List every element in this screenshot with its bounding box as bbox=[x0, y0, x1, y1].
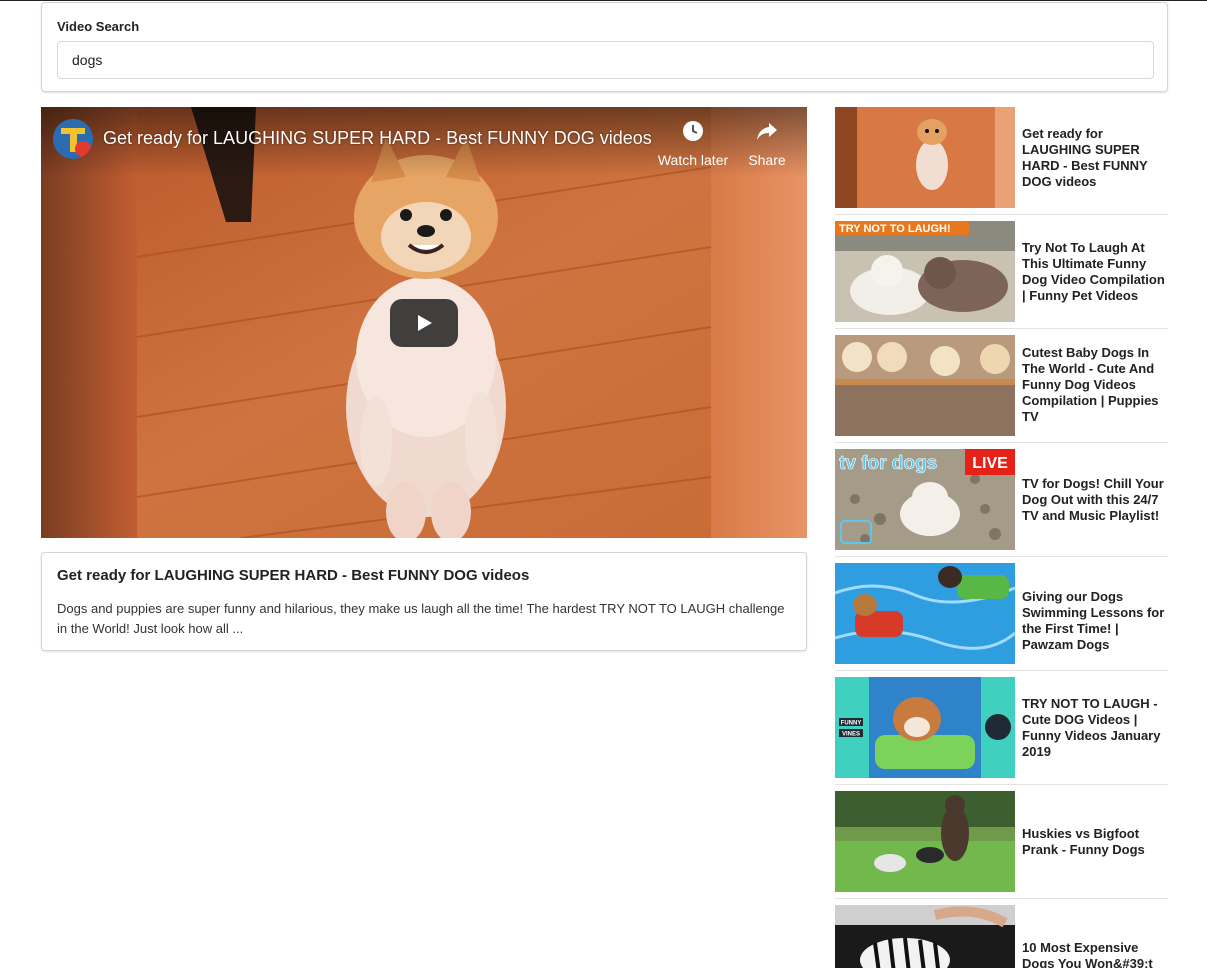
video-thumbnail[interactable] bbox=[835, 107, 1015, 208]
thumb-banner-text: tv for dogs bbox=[839, 453, 937, 474]
video-player[interactable]: Get ready for LAUGHING SUPER HARD - Best… bbox=[41, 107, 807, 538]
video-list-item[interactable]: Get ready for LAUGHING SUPER HARD - Best… bbox=[835, 107, 1168, 215]
video-list-item[interactable]: TRY NOT TO LAUGH! Try Not To Laugh At Th… bbox=[835, 221, 1168, 329]
video-list-item[interactable]: tv for dogs LIVE TV for Dogs! Chill Your… bbox=[835, 449, 1168, 557]
thumb-banner-text: TRY NOT TO LAUGH! bbox=[839, 223, 951, 235]
play-icon bbox=[418, 315, 432, 331]
share-label: Share bbox=[748, 152, 786, 168]
search-label: Video Search bbox=[57, 19, 140, 34]
video-list-item-title[interactable]: TRY NOT TO LAUGH - Cute DOG Videos | Fun… bbox=[1022, 696, 1168, 760]
video-thumbnail[interactable]: TRY NOT TO LAUGH! bbox=[835, 221, 1015, 322]
video-list-item[interactable]: Cutest Baby Dogs In The World - Cute And… bbox=[835, 335, 1168, 443]
watch-later-button[interactable]: Watch later bbox=[653, 119, 733, 168]
video-thumbnail[interactable] bbox=[835, 563, 1015, 664]
video-detail-card: Get ready for LAUGHING SUPER HARD - Best… bbox=[41, 552, 807, 651]
live-badge-label: LIVE bbox=[972, 455, 1008, 472]
video-list-item-title[interactable]: Huskies vs Bigfoot Prank - Funny Dogs bbox=[1022, 826, 1168, 858]
share-button[interactable]: Share bbox=[727, 119, 807, 168]
video-thumbnail[interactable] bbox=[835, 791, 1015, 892]
search-card: Video Search bbox=[41, 2, 1168, 92]
channel-avatar[interactable] bbox=[53, 119, 93, 159]
share-icon bbox=[757, 123, 777, 140]
video-detail-title: Get ready for LAUGHING SUPER HARD - Best… bbox=[57, 567, 530, 584]
clock-icon bbox=[683, 121, 703, 141]
channel-logo-icon bbox=[53, 119, 93, 159]
video-thumbnail[interactable]: FUNNY VINES bbox=[835, 677, 1015, 778]
search-input[interactable] bbox=[57, 41, 1154, 79]
video-list-item[interactable]: FUNNY VINES TRY NOT TO LAUGH - Cute DOG … bbox=[835, 677, 1168, 785]
video-list-item[interactable]: Huskies vs Bigfoot Prank - Funny Dogs bbox=[835, 791, 1168, 899]
video-detail-description: Dogs and puppies are super funny and hil… bbox=[57, 601, 785, 636]
video-list-item-title[interactable]: TV for Dogs! Chill Your Dog Out with thi… bbox=[1022, 476, 1168, 524]
video-list-item-title[interactable]: Giving our Dogs Swimming Lessons for the… bbox=[1022, 589, 1168, 653]
player-title[interactable]: Get ready for LAUGHING SUPER HARD - Best… bbox=[103, 128, 652, 149]
video-thumbnail[interactable] bbox=[835, 905, 1015, 968]
video-list-item-title[interactable]: 10 Most Expensive Dogs You Won&#39;t Bel… bbox=[1022, 940, 1168, 968]
play-button[interactable] bbox=[390, 299, 458, 347]
video-thumbnail[interactable]: tv for dogs LIVE bbox=[835, 449, 1015, 550]
video-list-item-title[interactable]: Cutest Baby Dogs In The World - Cute And… bbox=[1022, 345, 1168, 425]
svg-text:FUNNY: FUNNY bbox=[841, 721, 862, 727]
video-list-item-title[interactable]: Try Not To Laugh At This Ultimate Funny … bbox=[1022, 240, 1168, 304]
video-list-item-title[interactable]: Get ready for LAUGHING SUPER HARD - Best… bbox=[1022, 126, 1168, 190]
video-list-item[interactable]: Giving our Dogs Swimming Lessons for the… bbox=[835, 563, 1168, 671]
svg-text:VINES: VINES bbox=[842, 732, 860, 738]
video-thumbnail[interactable] bbox=[835, 335, 1015, 436]
watch-later-label: Watch later bbox=[657, 152, 729, 168]
video-list-item[interactable]: 10 Most Expensive Dogs You Won&#39;t Bel… bbox=[835, 905, 1168, 968]
